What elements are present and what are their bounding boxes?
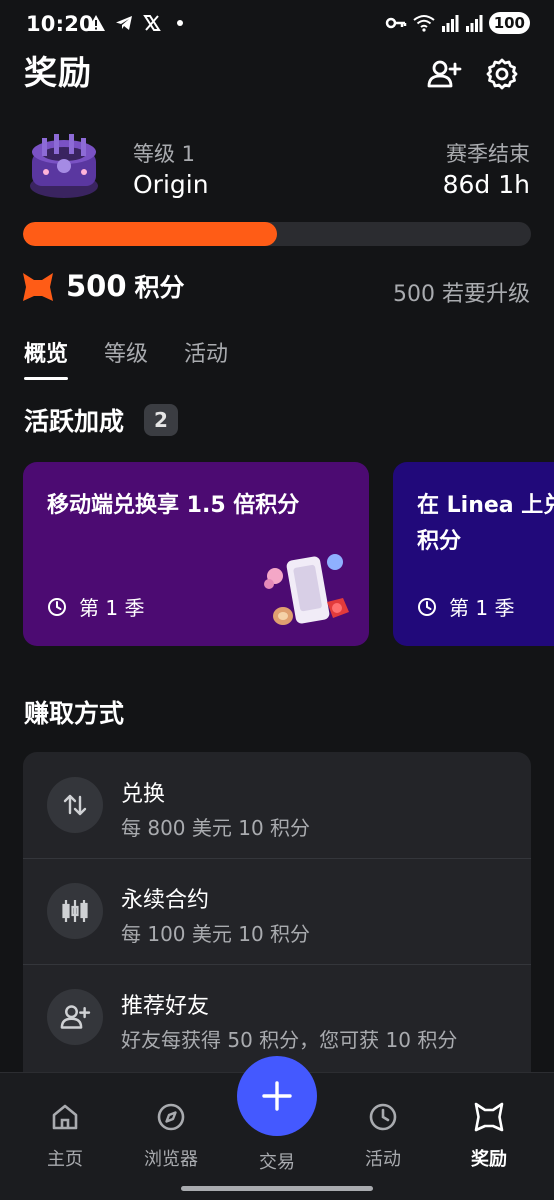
earn-desc: 好友每获得 50 积分，您可获 10 积分	[121, 1028, 458, 1052]
clock-icon	[48, 597, 66, 616]
nav-activity[interactable]: 活动	[338, 1101, 428, 1171]
add-friend-button[interactable]	[424, 54, 464, 94]
earn-icon-circle	[47, 777, 103, 833]
rewards-tabs: 概览 等级 活动	[24, 336, 228, 380]
earn-title: 推荐好友	[121, 994, 210, 1019]
nav-home[interactable]: 主页	[20, 1101, 110, 1171]
points-fox-icon	[23, 273, 53, 301]
earn-icon-circle	[47, 883, 103, 939]
level-name: Origin	[133, 170, 209, 199]
add-person-icon	[427, 60, 462, 88]
level-progress-bar	[23, 222, 531, 246]
signal-icon	[441, 15, 459, 32]
trade-label: 交易	[259, 1152, 295, 1173]
tab-overview[interactable]: 概览	[24, 336, 69, 380]
plus-icon	[262, 1081, 292, 1111]
nav-rewards[interactable]: 奖励	[444, 1101, 534, 1171]
earn-item-perps[interactable]: 永续合约 每 100 美元 10 积分	[23, 858, 531, 964]
settings-button[interactable]	[482, 54, 522, 94]
nav-home-label: 主页	[47, 1149, 83, 1170]
points-value: 500	[66, 269, 127, 303]
boost-season: 第 1 季	[417, 592, 514, 621]
points-to-upgrade: 500 若要升级	[393, 282, 530, 307]
earn-title: 永续合约	[121, 888, 210, 913]
boost-season: 第 1 季	[47, 592, 144, 621]
signal-icon	[465, 15, 483, 32]
status-left-icons	[86, 13, 190, 33]
status-time: 10:20	[26, 12, 94, 36]
boost-title: 在 Linea 上兑 积分	[417, 493, 554, 554]
earn-desc: 每 100 美元 10 积分	[121, 922, 311, 946]
home-icon	[52, 1104, 78, 1130]
tab-levels[interactable]: 等级	[104, 336, 148, 380]
season-remaining: 86d 1h	[442, 170, 530, 199]
page-title: 奖励	[24, 53, 92, 92]
nav-activity-label: 活动	[365, 1149, 401, 1170]
clock-icon	[369, 1103, 397, 1131]
candlestick-icon	[62, 900, 88, 922]
home-indicator	[181, 1186, 373, 1191]
gear-icon	[486, 58, 518, 90]
active-boosts-count: 2	[144, 404, 178, 436]
dot-icon	[177, 20, 183, 26]
fox-icon	[474, 1102, 504, 1132]
nav-browser-label: 浏览器	[144, 1149, 198, 1170]
x-logo-icon	[143, 15, 161, 31]
nav-browser[interactable]: 浏览器	[126, 1101, 216, 1171]
status-bar: 10:20 100	[0, 0, 554, 52]
level-progress-fill	[23, 222, 277, 246]
ways-to-earn-title: 赚取方式	[24, 699, 125, 728]
level-label: 等级 1	[133, 142, 196, 166]
earn-item-referral[interactable]: 推荐好友 好友每获得 50 积分，您可获 10 积分	[23, 964, 531, 1070]
compass-icon	[157, 1103, 185, 1131]
earn-desc: 每 800 美元 10 积分	[121, 816, 311, 840]
add-person-icon	[60, 1005, 91, 1029]
boost-title: 移动端兑换享 1.5 倍积分	[47, 493, 300, 518]
nav-rewards-label: 奖励	[471, 1149, 507, 1170]
season-end-label: 赛季结束	[446, 142, 530, 166]
status-right: 100	[385, 12, 530, 34]
tab-activity[interactable]: 活动	[184, 336, 228, 380]
warning-icon	[87, 15, 105, 31]
rewards-screen: 10:20 100 奖励 等级 1 Origin 赛季结束 86d 1h 500…	[0, 0, 554, 1200]
earn-title: 兑换	[121, 782, 166, 807]
swap-icon	[63, 794, 87, 816]
battery-indicator: 100	[488, 12, 530, 34]
boost-season-label: 第 1 季	[79, 596, 145, 620]
trade-button[interactable]	[237, 1056, 317, 1136]
boost-card-linea[interactable]: 在 Linea 上兑 积分 第 1 季	[393, 462, 554, 646]
active-boosts-title: 活跃加成	[24, 407, 125, 436]
points-unit: 积分	[134, 273, 185, 302]
key-icon	[385, 17, 406, 29]
telegram-icon	[116, 16, 132, 30]
boost-card-mobile-swap[interactable]: 移动端兑换享 1.5 倍积分 第 1 季	[23, 462, 369, 646]
boost-season-label: 第 1 季	[449, 596, 515, 620]
earn-icon-circle	[47, 989, 103, 1045]
wifi-icon	[413, 15, 435, 32]
earn-item-swap[interactable]: 兑换 每 800 美元 10 积分	[23, 752, 531, 858]
level-badge-image	[30, 134, 98, 198]
clock-icon	[418, 597, 436, 616]
points-balance: 500 积分	[66, 268, 185, 304]
phone-gift-illustration	[264, 554, 349, 625]
